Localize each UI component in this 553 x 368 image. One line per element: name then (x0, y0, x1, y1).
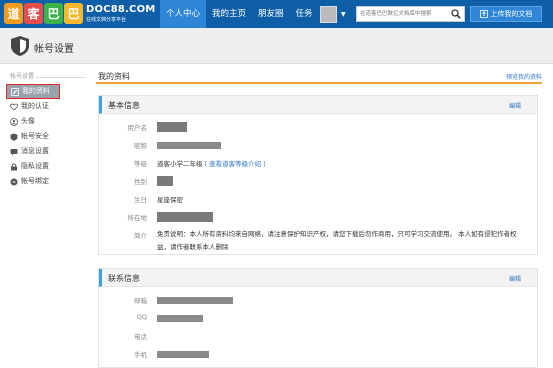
field-label: 电话 (134, 333, 147, 341)
upload-label: 上传我的文档 (490, 10, 533, 18)
field-qq: QQ (99, 311, 539, 325)
logo-char: 巴 (44, 3, 63, 24)
panel-header: 联系信息 编辑 (99, 269, 537, 287)
field-label: 等级 (134, 160, 147, 168)
panel-title: 基本信息 (108, 101, 140, 110)
sidebar-item-security[interactable]: 帐号安全 (6, 129, 86, 144)
sidebar-item-label: 帐号绑定 (21, 177, 49, 185)
page-title-bar: 帐号设置 (0, 28, 553, 64)
sidebar-item-account-binding[interactable]: 帐号绑定 (6, 174, 86, 189)
field-username: 用户名 (99, 120, 539, 134)
field-label: 邮箱 (134, 297, 147, 305)
field-label: 简介 (134, 232, 147, 240)
settings-sidebar: 帐号设置 我的资料 我的认证 头像 帐号安全 消息设置 隐私设置 帐号绑定 (6, 70, 86, 189)
field-location: 所在地 (99, 210, 539, 224)
top-nav-bar: 道 客 巴 巴 DOC88.COM 在线文档分享平台 个人中心 我的主页 朋友圈… (0, 0, 553, 28)
caret-down-icon[interactable]: ▼ (341, 11, 346, 18)
field-phone: 电话 (99, 329, 539, 343)
field-label: 所在地 (127, 214, 148, 222)
brand-slogan: 在线文档分享平台 (86, 17, 127, 23)
link-circle-icon (10, 178, 18, 185)
panel-header: 基本信息 编辑 (99, 96, 537, 114)
intro-value: 免责说明：本人所有资料均来自网络，请注意保护知识产权，请您下载后勿作商用，只可学… (157, 230, 517, 251)
page-title: 帐号设置 (34, 44, 74, 55)
nav-personal-center[interactable]: 个人中心 (160, 0, 207, 28)
shield-icon (11, 36, 29, 56)
sidebar-item-label: 我的认证 (21, 102, 49, 110)
edit-contact-info-link[interactable]: 编辑 (509, 274, 521, 283)
preview-profile-link[interactable]: 预览我的资料 (506, 72, 542, 81)
field-gender: 性别 (99, 174, 539, 188)
field-mobile: 手机 (99, 347, 539, 361)
sidebar-item-label: 我的资料 (22, 87, 50, 95)
redacted-value (157, 122, 187, 132)
panel-title: 联系信息 (108, 274, 140, 283)
redacted-value (157, 297, 233, 304)
sidebar-item-verification[interactable]: 我的认证 (6, 99, 86, 114)
search-box (356, 6, 465, 22)
field-value: 道客小学二年级 ( 查看道客等级介绍 ) (157, 158, 266, 168)
message-icon (10, 148, 18, 155)
search-icon[interactable] (451, 9, 461, 19)
nav-tasks[interactable]: 任务 (290, 0, 319, 28)
section-header: 我的资料 预览我的资料 (96, 70, 542, 84)
sidebar-item-label: 消息设置 (21, 147, 49, 155)
field-label: QQ (136, 313, 147, 321)
logo-char: 客 (24, 3, 43, 24)
field-label: 昵称 (134, 142, 147, 150)
edit-basic-info-link[interactable]: 编辑 (509, 101, 521, 110)
field-value: 星座保密 (157, 196, 183, 204)
sidebar-item-my-profile[interactable]: 我的资料 (6, 84, 60, 99)
redacted-value (157, 142, 221, 149)
search-input[interactable] (357, 7, 447, 21)
shield-check-icon (10, 133, 18, 141)
site-logo[interactable]: 道 客 巴 巴 (4, 3, 84, 25)
logo-char: 道 (4, 3, 23, 24)
brand-name: DOC88.COM (86, 4, 156, 15)
brand-text: DOC88.COM 在线文档分享平台 (86, 4, 155, 23)
sidebar-item-notifications[interactable]: 消息设置 (6, 144, 86, 159)
field-label: 性别 (134, 178, 147, 186)
upload-icon (479, 10, 488, 18)
sidebar-header: 帐号设置 (6, 70, 86, 84)
field-birthday: 生日 星座保密 (99, 192, 539, 206)
logo-char: 巴 (64, 3, 83, 24)
redacted-value (157, 212, 213, 222)
sidebar-item-label: 帐号安全 (21, 132, 49, 140)
heart-icon (10, 103, 18, 111)
sidebar-item-avatar[interactable]: 头像 (6, 114, 86, 129)
redacted-value (157, 315, 203, 322)
field-level: 等级 道客小学二年级 ( 查看道客等级介绍 ) (99, 156, 539, 170)
basic-info-panel: 基本信息 编辑 用户名 昵称 等级 道客小学二年级 ( 查看道客等级介绍 ) 性… (98, 95, 538, 255)
field-intro: 简介 免责说明：本人所有资料均来自网络，请注意保护知识产权，请您下载后勿作商用，… (99, 228, 539, 256)
nav-my-homepage[interactable]: 我的主页 (206, 0, 252, 28)
main-nav: 个人中心 我的主页 朋友圈 任务 (160, 0, 319, 28)
field-label: 用户名 (127, 124, 148, 132)
user-circle-icon (10, 117, 18, 126)
sidebar-item-label: 隐私设置 (21, 162, 49, 170)
field-label: 手机 (134, 351, 147, 359)
contact-info-panel: 联系信息 编辑 邮箱 QQ 电话 手机 (98, 268, 538, 368)
upload-button[interactable]: 上传我的文档 (470, 6, 542, 22)
nav-friends[interactable]: 朋友圈 (252, 0, 290, 28)
edit-icon (11, 87, 19, 96)
field-email: 邮箱 (99, 293, 539, 307)
main-content: 我的资料 预览我的资料 基本信息 编辑 用户名 昵称 等级 道客小学二年级 ( … (96, 70, 542, 368)
sidebar-item-label: 头像 (21, 117, 35, 125)
field-label: 生日 (134, 196, 147, 204)
level-value: 道客小学二年级 (157, 160, 203, 168)
sidebar-item-privacy[interactable]: 隐私设置 (6, 159, 86, 174)
lock-icon (11, 163, 17, 170)
redacted-value (157, 351, 209, 358)
redacted-value (157, 176, 173, 186)
section-title: 我的资料 (98, 72, 130, 81)
level-info-link[interactable]: ( 查看道客等级介绍 ) (205, 160, 266, 168)
field-nickname: 昵称 (99, 138, 539, 152)
avatar[interactable] (320, 6, 337, 23)
